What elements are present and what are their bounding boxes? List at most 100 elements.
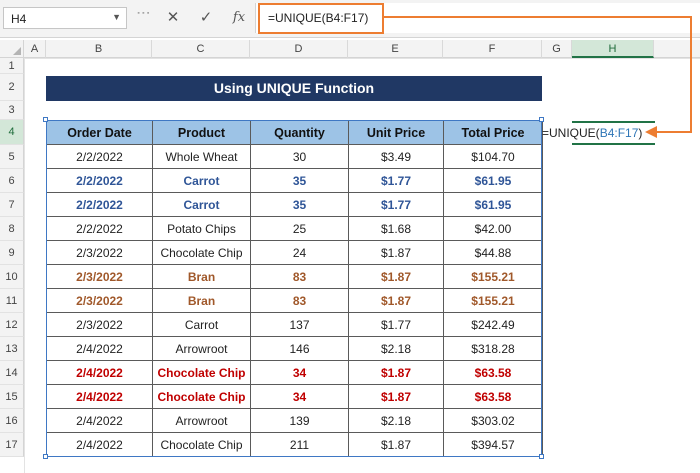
table-cell[interactable]: 25 <box>250 216 349 241</box>
table-cell[interactable]: 146 <box>250 336 349 361</box>
row-header-10[interactable]: 10 <box>0 265 24 289</box>
chevron-down-icon[interactable]: ▼ <box>112 12 121 22</box>
column-header-b[interactable]: B <box>46 40 152 58</box>
table-cell[interactable]: $44.88 <box>443 240 543 265</box>
table-cell[interactable]: 2/3/2022 <box>46 288 153 313</box>
table-cell[interactable]: $1.87 <box>348 288 444 313</box>
check-icon[interactable]: ✓ <box>195 8 217 28</box>
table-cell[interactable]: 2/3/2022 <box>46 240 153 265</box>
row-header-1[interactable]: 1 <box>0 58 24 74</box>
name-box[interactable]: H4 ▼ <box>3 7 127 29</box>
row-header-2[interactable]: 2 <box>0 74 24 101</box>
column-header-d[interactable]: D <box>250 40 348 58</box>
table-header-cell[interactable]: Product <box>152 120 251 145</box>
table-cell[interactable]: 2/2/2022 <box>46 192 153 217</box>
table-cell[interactable]: $394.57 <box>443 432 543 457</box>
table-cell[interactable]: $1.87 <box>348 432 444 457</box>
row-header-12[interactable]: 12 <box>0 313 24 337</box>
row-header-17[interactable]: 17 <box>0 433 24 457</box>
table-cell[interactable]: Carrot <box>152 192 251 217</box>
column-header-g[interactable]: G <box>542 40 572 58</box>
table-cell[interactable]: Carrot <box>152 312 251 337</box>
range-handle[interactable] <box>539 117 544 122</box>
table-cell[interactable]: 2/2/2022 <box>46 216 153 241</box>
select-all-button[interactable] <box>0 40 24 58</box>
table-cell[interactable]: $1.68 <box>348 216 444 241</box>
table-cell[interactable]: $1.87 <box>348 264 444 289</box>
row-header-13[interactable]: 13 <box>0 337 24 361</box>
fx-icon[interactable]: fx <box>228 8 250 28</box>
table-header-cell[interactable]: Order Date <box>46 120 153 145</box>
table-cell[interactable]: $63.58 <box>443 384 543 409</box>
table-cell[interactable]: Chocolate Chip <box>152 240 251 265</box>
table-cell[interactable]: 35 <box>250 192 349 217</box>
table-cell[interactable]: 139 <box>250 408 349 433</box>
row-header-9[interactable]: 9 <box>0 241 24 265</box>
table-cell[interactable]: $155.21 <box>443 264 543 289</box>
range-handle[interactable] <box>43 454 48 459</box>
table-cell[interactable]: $61.95 <box>443 192 543 217</box>
table-cell[interactable]: 2/4/2022 <box>46 360 153 385</box>
table-cell[interactable]: $1.77 <box>348 168 444 193</box>
column-header-a[interactable]: A <box>24 40 46 58</box>
table-cell[interactable]: $242.49 <box>443 312 543 337</box>
table-cell[interactable]: $63.58 <box>443 360 543 385</box>
table-cell[interactable]: $2.18 <box>348 336 444 361</box>
table-cell[interactable]: 30 <box>250 144 349 169</box>
table-cell[interactable]: Potato Chips <box>152 216 251 241</box>
table-cell[interactable]: Bran <box>152 288 251 313</box>
row-header-11[interactable]: 11 <box>0 289 24 313</box>
table-cell[interactable]: 2/4/2022 <box>46 408 153 433</box>
row-header-15[interactable]: 15 <box>0 385 24 409</box>
table-cell[interactable]: Chocolate Chip <box>152 384 251 409</box>
range-handle[interactable] <box>539 454 544 459</box>
table-cell[interactable]: $1.87 <box>348 240 444 265</box>
close-icon[interactable]: ✕ <box>162 8 184 28</box>
table-cell[interactable]: 24 <box>250 240 349 265</box>
table-cell[interactable]: $318.28 <box>443 336 543 361</box>
table-header-cell[interactable]: Unit Price <box>348 120 444 145</box>
column-header-c[interactable]: C <box>152 40 250 58</box>
table-cell[interactable]: $1.87 <box>348 384 444 409</box>
column-header-h[interactable]: H <box>572 40 654 58</box>
table-cell[interactable]: 34 <box>250 360 349 385</box>
table-cell[interactable]: 2/2/2022 <box>46 144 153 169</box>
table-cell[interactable]: Chocolate Chip <box>152 360 251 385</box>
column-header-e[interactable]: E <box>348 40 443 58</box>
table-cell[interactable]: $1.77 <box>348 192 444 217</box>
range-handle[interactable] <box>43 117 48 122</box>
row-header-4[interactable]: 4 <box>0 120 24 145</box>
table-cell[interactable]: 137 <box>250 312 349 337</box>
table-cell[interactable]: $1.77 <box>348 312 444 337</box>
table-cell[interactable]: 2/4/2022 <box>46 432 153 457</box>
drag-handle-icon[interactable]: ⋮ <box>136 6 152 19</box>
row-header-14[interactable]: 14 <box>0 361 24 385</box>
table-cell[interactable]: Whole Wheat <box>152 144 251 169</box>
table-cell[interactable]: $61.95 <box>443 168 543 193</box>
table-cell[interactable]: 2/4/2022 <box>46 384 153 409</box>
row-header-8[interactable]: 8 <box>0 217 24 241</box>
table-header-cell[interactable]: Quantity <box>250 120 349 145</box>
row-header-7[interactable]: 7 <box>0 193 24 217</box>
table-cell[interactable]: 2/2/2022 <box>46 168 153 193</box>
table-cell[interactable]: 34 <box>250 384 349 409</box>
table-cell[interactable]: 83 <box>250 264 349 289</box>
table-cell[interactable]: $104.70 <box>443 144 543 169</box>
row-header-5[interactable]: 5 <box>0 145 24 169</box>
table-cell[interactable]: $2.18 <box>348 408 444 433</box>
table-cell[interactable]: $42.00 <box>443 216 543 241</box>
table-cell[interactable]: $303.02 <box>443 408 543 433</box>
row-header-3[interactable]: 3 <box>0 101 24 120</box>
formula-text[interactable]: =UNIQUE(B4:F17) <box>268 11 368 25</box>
table-cell[interactable]: Chocolate Chip <box>152 432 251 457</box>
table-cell[interactable]: 35 <box>250 168 349 193</box>
table-cell[interactable]: $3.49 <box>348 144 444 169</box>
table-cell[interactable]: 83 <box>250 288 349 313</box>
table-cell[interactable]: $1.87 <box>348 360 444 385</box>
table-cell[interactable]: Carrot <box>152 168 251 193</box>
table-cell[interactable]: 2/3/2022 <box>46 264 153 289</box>
table-cell[interactable]: Bran <box>152 264 251 289</box>
table-cell[interactable]: Arrowroot <box>152 408 251 433</box>
table-cell[interactable]: Arrowroot <box>152 336 251 361</box>
row-header-6[interactable]: 6 <box>0 169 24 193</box>
